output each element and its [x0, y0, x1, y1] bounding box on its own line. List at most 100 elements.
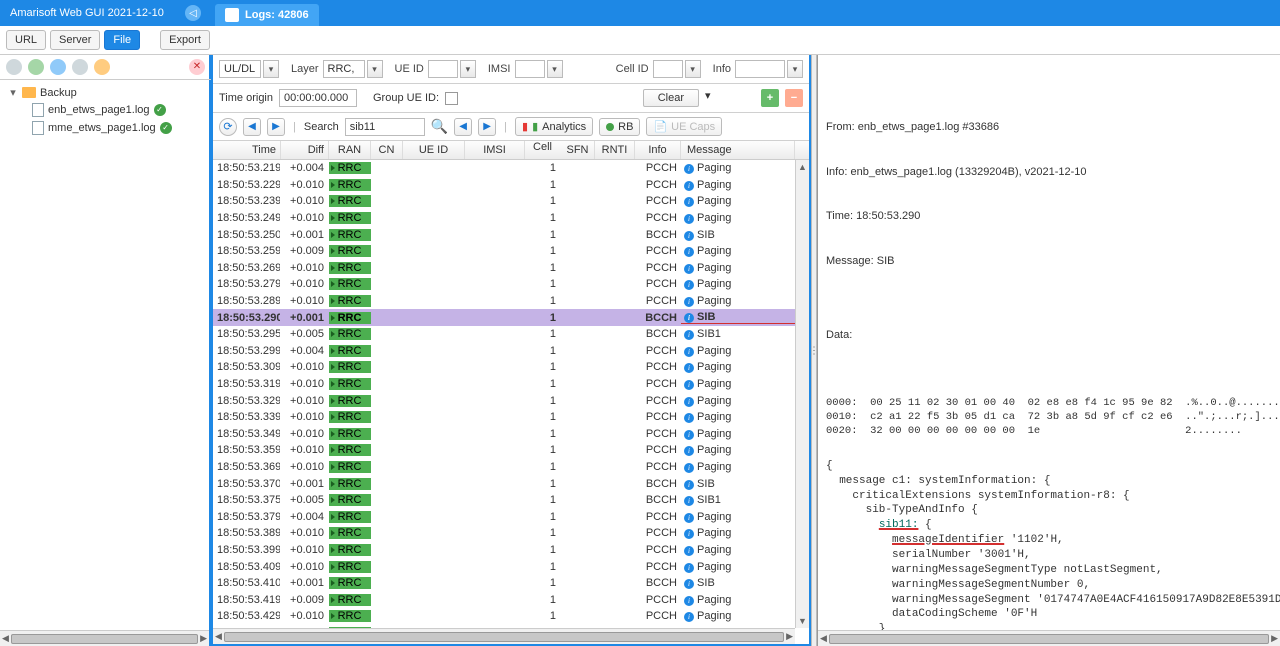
table-row[interactable]: 18:50:53.359+0.010RRC1PCCHi Paging	[213, 442, 809, 459]
table-row[interactable]: 18:50:53.370+0.001RRC1BCCHi SIB	[213, 475, 809, 492]
col-ran[interactable]: RAN	[329, 141, 371, 159]
info-icon: i	[684, 363, 694, 373]
info-icon: i	[684, 430, 694, 440]
table-row[interactable]: 18:50:53.249+0.010RRC1PCCHi Paging	[213, 210, 809, 227]
vertical-scrollbar[interactable]: ▲▼	[795, 160, 809, 628]
clear-button[interactable]: Clear	[643, 89, 699, 107]
table-row[interactable]: 18:50:53.309+0.010RRC1PCCHi Paging	[213, 359, 809, 376]
add-filter-button[interactable]: +	[761, 89, 779, 107]
group-ueid-checkbox[interactable]	[445, 92, 458, 105]
table-row[interactable]: 18:50:53.410+0.001RRC1BCCHi SIB	[213, 575, 809, 592]
table-row[interactable]: 18:50:53.295+0.005RRC1BCCHi SIB1	[213, 326, 809, 343]
col-rnti[interactable]: RNTI	[595, 141, 635, 159]
history-back-button[interactable]: ◀	[243, 118, 261, 136]
col-sfn[interactable]: SFN	[561, 141, 595, 159]
export-button[interactable]: Export	[160, 30, 210, 50]
file-icon	[32, 103, 44, 117]
info-icon: i	[684, 513, 694, 523]
history-fwd-button[interactable]: ▶	[267, 118, 285, 136]
table-row[interactable]: 18:50:53.389+0.010RRC1PCCHi Paging	[213, 525, 809, 542]
table-row[interactable]: 18:50:53.319+0.010RRC1PCCHi Paging	[213, 376, 809, 393]
filter-cellid[interactable]: Cell ID▾	[616, 60, 701, 78]
toolbar-icon-3[interactable]	[50, 59, 66, 75]
col-imsi[interactable]: IMSI	[465, 141, 525, 159]
table-row[interactable]: 18:50:53.250+0.001RRC1BCCHi SIB	[213, 226, 809, 243]
search-prev-button[interactable]: ◀	[454, 118, 472, 136]
time-origin-input[interactable]: 00:00:00.000	[279, 89, 357, 107]
table-row[interactable]: 18:50:53.375+0.005RRC1BCCHi SIB1	[213, 492, 809, 509]
table-row[interactable]: 18:50:53.279+0.010RRC1PCCHi Paging	[213, 276, 809, 293]
collapse-sidebar-icon[interactable]: ◁	[185, 5, 201, 21]
filter-layer[interactable]: LayerRRC,▾	[291, 60, 383, 78]
url-button[interactable]: URL	[6, 30, 46, 50]
table-row[interactable]: 18:50:53.419+0.009RRC1PCCHi Paging	[213, 591, 809, 608]
tree-root[interactable]: ▾ Backup	[4, 84, 205, 101]
grid-body: 18:50:53.219+0.004RRC1PCCHi Paging18:50:…	[213, 160, 809, 644]
info-icon: i	[684, 529, 694, 539]
toolbar-icon-2[interactable]	[28, 59, 44, 75]
table-row[interactable]: 18:50:53.290+0.001RRC1BCCHi SIB	[213, 309, 809, 326]
table-row[interactable]: 18:50:53.269+0.010RRC1PCCHi Paging	[213, 260, 809, 277]
col-time[interactable]: Time	[213, 141, 281, 159]
table-row[interactable]: 18:50:53.329+0.010RRC1PCCHi Paging	[213, 392, 809, 409]
col-ueid[interactable]: UE ID	[403, 141, 465, 159]
binoculars-icon[interactable]: 🔍	[431, 118, 448, 135]
uecaps-button[interactable]: 📄UE Caps	[646, 117, 722, 136]
info-value: enb_etws_page1.log (13329204B), v2021-12…	[850, 166, 1086, 178]
table-row[interactable]: 18:50:53.339+0.010RRC1PCCHi Paging	[213, 409, 809, 426]
data-label: Data:	[826, 329, 852, 341]
filter-ueid[interactable]: UE ID▾	[395, 60, 476, 78]
sidebar-hscroll[interactable]: ◀▶	[0, 630, 209, 646]
col-cell[interactable]: Cell	[525, 141, 561, 159]
clear-dropdown[interactable]: ▾	[705, 89, 755, 107]
table-row[interactable]: 18:50:53.399+0.010RRC1PCCHi Paging	[213, 542, 809, 559]
table-row[interactable]: 18:50:53.299+0.004RRC1PCCHi Paging	[213, 343, 809, 360]
grid-hscroll[interactable]: ◀▶	[213, 628, 795, 644]
tree-file[interactable]: enb_etws_page1.log ✓	[4, 101, 205, 119]
col-diff[interactable]: Diff	[281, 141, 329, 159]
col-info[interactable]: Info	[635, 141, 681, 159]
file-icon	[32, 121, 44, 135]
from-label: From:	[826, 121, 855, 133]
toolbar-icon-1[interactable]	[6, 59, 22, 75]
msg-label: Message:	[826, 255, 874, 267]
server-button[interactable]: Server	[50, 30, 100, 50]
search-input[interactable]: sib11	[345, 118, 425, 136]
log-panel: UL/DL▾ LayerRRC,▾ UE ID▾ IMSI▾ Cell ID▾ …	[211, 55, 811, 646]
table-row[interactable]: 18:50:53.289+0.010RRC1PCCHi Paging	[213, 293, 809, 310]
toolbar-icon-5[interactable]	[94, 59, 110, 75]
splitter[interactable]: ⋮	[811, 55, 817, 646]
details-hscroll[interactable]: ◀▶	[818, 630, 1280, 646]
filter-uldl[interactable]: UL/DL▾	[219, 60, 279, 78]
info-icon: i	[684, 446, 694, 456]
col-message[interactable]: Message	[681, 141, 795, 159]
file-toolbar: ✕	[0, 55, 211, 80]
file-button[interactable]: File	[104, 30, 140, 50]
table-row[interactable]: 18:50:53.369+0.010RRC1PCCHi Paging	[213, 459, 809, 476]
hex-dump: 0000: 00 25 11 02 30 01 00 40 02 e8 e8 f…	[826, 396, 1272, 439]
filter-info[interactable]: Info▾	[713, 60, 803, 78]
table-row[interactable]: 18:50:53.219+0.004RRC1PCCHi Paging	[213, 160, 809, 177]
info-icon: i	[684, 214, 694, 224]
rb-button[interactable]: RB	[599, 118, 640, 136]
search-next-button[interactable]: ▶	[478, 118, 496, 136]
remove-filter-button[interactable]: −	[785, 89, 803, 107]
table-row[interactable]: 18:50:53.239+0.010RRC1PCCHi Paging	[213, 193, 809, 210]
table-row[interactable]: 18:50:53.229+0.010RRC1PCCHi Paging	[213, 177, 809, 194]
refresh-button[interactable]: ⟳	[219, 118, 237, 136]
tab-logs[interactable]: Logs: 42806	[215, 4, 319, 26]
time-origin-label: Time origin	[219, 92, 273, 104]
col-cn[interactable]: CN	[371, 141, 403, 159]
info-icon: i	[684, 546, 694, 556]
table-row[interactable]: 18:50:53.259+0.009RRC1PCCHi Paging	[213, 243, 809, 260]
analytics-button[interactable]: ▮▮Analytics	[515, 117, 593, 136]
table-row[interactable]: 18:50:53.429+0.010RRC1PCCHi Paging	[213, 608, 809, 625]
table-row[interactable]: 18:50:53.379+0.004RRC1PCCHi Paging	[213, 508, 809, 525]
close-icon[interactable]: ✕	[189, 59, 205, 75]
table-row[interactable]: 18:50:53.409+0.010RRC1PCCHi Paging	[213, 558, 809, 575]
collapse-icon[interactable]: ▾	[8, 86, 18, 99]
toolbar-icon-4[interactable]	[72, 59, 88, 75]
filter-imsi[interactable]: IMSI▾	[488, 60, 563, 78]
table-row[interactable]: 18:50:53.349+0.010RRC1PCCHi Paging	[213, 426, 809, 443]
tree-file[interactable]: mme_etws_page1.log ✓	[4, 119, 205, 137]
